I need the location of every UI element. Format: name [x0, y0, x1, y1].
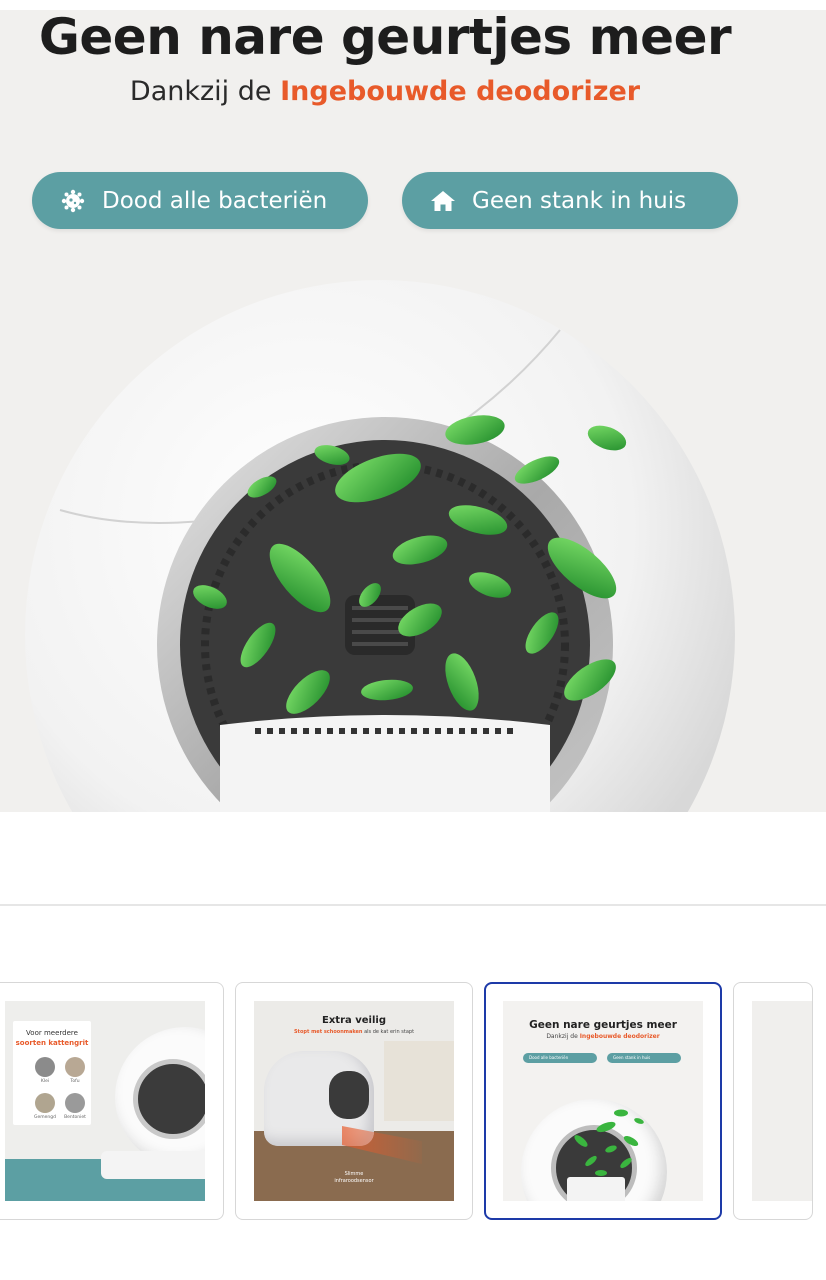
feature-pill-bacteria: Dood alle bacteriën: [32, 172, 368, 229]
thumb-caption-line1: Slimme: [344, 1171, 364, 1177]
hero-subtitle-prefix: Dankzij de: [129, 76, 281, 107]
litter-label: Bentoniet: [64, 1115, 86, 1120]
device-base: [101, 1151, 205, 1179]
litter-swatch: [35, 1057, 55, 1077]
thumbnail-image: Voor meerdere soorten kattengrit Klei To…: [5, 1001, 205, 1201]
litter-label: Klei: [40, 1079, 50, 1084]
thumb-pill: Dood alle bacteriën: [523, 1053, 597, 1063]
thumb-subtitle-prefix: Dankzij de: [546, 1033, 580, 1040]
thumb-subtitle-accent: Stopt met schoonmaken: [293, 1029, 363, 1035]
sofa: [384, 1041, 454, 1121]
device-opening: [133, 1059, 205, 1139]
thumb-title: Extra veilig: [322, 1015, 386, 1026]
feature-pill-odor: Geen stank in huis: [402, 172, 738, 229]
thumbnail-1[interactable]: Voor meerdere soorten kattengrit Klei To…: [0, 982, 224, 1220]
hero-subtitle: Dankzij de Ingebouwde deodorizer: [0, 76, 770, 107]
thumb-subtitle: Stopt met schoonmaken als de kat erin st…: [254, 1029, 454, 1035]
bacteria-icon: [60, 188, 86, 214]
spacer: [0, 812, 826, 904]
litter-swatch: [65, 1093, 85, 1113]
litter-label: Gemengd: [34, 1115, 56, 1120]
feature-pill-label: Geen stank in huis: [472, 187, 687, 214]
litter-box-illustration: [25, 280, 735, 812]
thumbnail-image: Geen nare geurtjes meer Dankzij de Ingeb…: [503, 1001, 703, 1201]
litter-label: Tofu: [70, 1079, 80, 1084]
hero-image: Geen nare geurtjes meer Dankzij de Ingeb…: [0, 0, 826, 812]
thumbnail-strip[interactable]: Voor meerdere soorten kattengrit Klei To…: [0, 906, 826, 1280]
thumbnail-3-active[interactable]: Geen nare geurtjes meer Dankzij de Ingeb…: [484, 982, 722, 1220]
thumb-heading-line2: soorten kattengrit: [15, 1039, 89, 1047]
device-grate: [567, 1177, 625, 1201]
thumb-caption-line2: infraroodsensor: [334, 1178, 374, 1184]
thumbnail-image: Extra veilig Stopt met schoonmaken als d…: [254, 1001, 454, 1201]
thumbnail-4[interactable]: [733, 982, 813, 1220]
thumbnail-2[interactable]: Extra veilig Stopt met schoonmaken als d…: [235, 982, 473, 1220]
thumb-title: Geen nare geurtjes meer: [529, 1019, 677, 1031]
thumb-subtitle-rest: als de kat erin stapt: [362, 1029, 415, 1035]
thumb-heading-line1: Voor meerdere: [26, 1029, 78, 1037]
thumb-subtitle: Dankzij de Ingebouwde deodorizer: [503, 1033, 703, 1040]
thumb-pill: Geen stank in huis: [607, 1053, 681, 1063]
litter-swatch: [35, 1093, 55, 1113]
thumb-subtitle-accent: Ingebouwde deodorizer: [579, 1033, 660, 1040]
hero-title: Geen nare geurtjes meer: [38, 8, 732, 66]
litter-swatch: [65, 1057, 85, 1077]
cat-opening: [329, 1071, 369, 1119]
home-icon: [430, 188, 456, 214]
thumbnail-image: [752, 1001, 812, 1201]
feature-pill-label: Dood alle bacteriën: [102, 187, 328, 214]
hero-subtitle-accent: Ingebouwde deodorizer: [280, 76, 641, 107]
